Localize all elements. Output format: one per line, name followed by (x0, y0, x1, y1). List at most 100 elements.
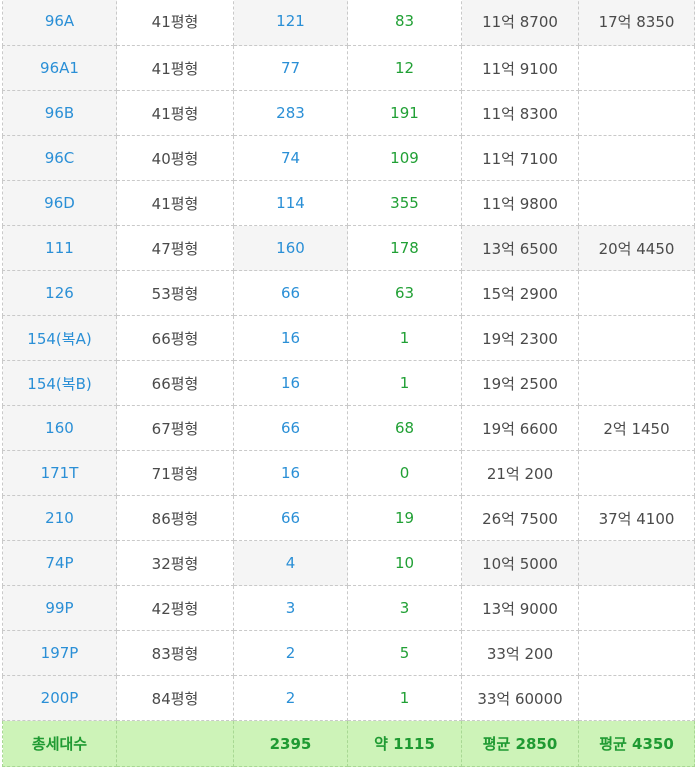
max-price-cell (578, 675, 695, 721)
pyeong-cell: 42평형 (116, 585, 234, 631)
households-cell: 16 (233, 450, 348, 496)
transactions-cell: 68 (347, 405, 462, 451)
unit-type-cell: 96A1 (2, 45, 117, 91)
transactions-cell: 191 (347, 90, 462, 136)
pyeong-cell: 66평형 (116, 360, 234, 406)
unit-type-cell: 154(복A) (2, 315, 117, 361)
max-price-cell (578, 630, 695, 676)
households-cell: 283 (233, 90, 348, 136)
transactions-cell: 63 (347, 270, 462, 316)
unit-type-cell: 171T (2, 450, 117, 496)
price-cell: 11억 8700 (461, 0, 579, 46)
max-price-cell: 20억 4450 (578, 225, 695, 271)
table-row: 171T 71평형 16 0 21억 200 (2, 450, 695, 496)
max-price-cell (578, 135, 695, 181)
total-blank (116, 720, 234, 767)
pyeong-cell: 83평형 (116, 630, 234, 676)
pyeong-cell: 71평형 (116, 450, 234, 496)
transactions-cell: 12 (347, 45, 462, 91)
pyeong-cell: 84평형 (116, 675, 234, 721)
price-cell: 13억 9000 (461, 585, 579, 631)
table-row: 154(복A) 66평형 16 1 19억 2300 (2, 315, 695, 361)
price-cell: 33억 200 (461, 630, 579, 676)
pyeong-cell: 66평형 (116, 315, 234, 361)
transactions-cell: 178 (347, 225, 462, 271)
price-cell: 19억 2300 (461, 315, 579, 361)
unit-type-cell: 111 (2, 225, 117, 271)
transactions-cell: 10 (347, 540, 462, 586)
transactions-cell: 109 (347, 135, 462, 181)
unit-type-cell: 96A (2, 0, 117, 46)
total-avg-max: 평균 4350 (578, 720, 695, 767)
max-price-cell (578, 450, 695, 496)
max-price-cell: 17억 8350 (578, 0, 695, 46)
table-row: 160 67평형 66 68 19억 6600 2억 1450 (2, 405, 695, 451)
transactions-cell: 1 (347, 675, 462, 721)
table-row: 96C 40평형 74 109 11억 7100 (2, 135, 695, 181)
households-cell: 66 (233, 405, 348, 451)
price-cell: 19억 2500 (461, 360, 579, 406)
table-row: 99P 42평형 3 3 13억 9000 (2, 585, 695, 631)
transactions-cell: 3 (347, 585, 462, 631)
unit-type-cell: 126 (2, 270, 117, 316)
price-cell: 11억 9100 (461, 45, 579, 91)
households-cell: 114 (233, 180, 348, 226)
unit-type-cell: 96D (2, 180, 117, 226)
price-cell: 26억 7500 (461, 495, 579, 541)
households-cell: 160 (233, 225, 348, 271)
unit-type-cell: 99P (2, 585, 117, 631)
price-cell: 13억 6500 (461, 225, 579, 271)
price-cell: 21억 200 (461, 450, 579, 496)
households-cell: 3 (233, 585, 348, 631)
price-cell: 10억 5000 (461, 540, 579, 586)
max-price-cell (578, 540, 695, 586)
max-price-cell (578, 315, 695, 361)
pyeong-cell: 41평형 (116, 0, 234, 46)
unit-type-cell: 197P (2, 630, 117, 676)
max-price-cell (578, 585, 695, 631)
price-table-wrapper: 96A 41평형 121 83 11억 8700 17억 8350 96A1 41평형 77 12… (2, 0, 695, 767)
unit-type-cell: 96B (2, 90, 117, 136)
households-cell: 74 (233, 135, 348, 181)
transactions-cell: 355 (347, 180, 462, 226)
max-price-cell (578, 270, 695, 316)
max-price-cell (578, 360, 695, 406)
households-cell: 121 (233, 0, 348, 46)
pyeong-cell: 41평형 (116, 180, 234, 226)
total-units: 2395 (233, 720, 348, 767)
transactions-cell: 5 (347, 630, 462, 676)
transactions-cell: 83 (347, 0, 462, 46)
transactions-cell: 1 (347, 315, 462, 361)
apartment-price-table: 96A 41평형 121 83 11억 8700 17억 8350 96A1 41평형 77 12… (2, 0, 695, 767)
table-row: 96A 41평형 121 83 11억 8700 17억 8350 (2, 0, 695, 46)
households-cell: 66 (233, 495, 348, 541)
table-row: 200P 84평형 2 1 33억 60000 (2, 675, 695, 721)
pyeong-cell: 41평형 (116, 45, 234, 91)
households-cell: 2 (233, 675, 348, 721)
transactions-cell: 0 (347, 450, 462, 496)
table-body: 96A 41평형 121 83 11억 8700 17억 8350 96A1 41평형 77 12… (2, 0, 695, 767)
table-row: 96A1 41평형 77 12 11억 9100 (2, 45, 695, 91)
table-row: 210 86평형 66 19 26억 7500 37억 4100 (2, 495, 695, 541)
pyeong-cell: 40평형 (116, 135, 234, 181)
pyeong-cell: 86평형 (116, 495, 234, 541)
table-row: 96B 41평형 283 191 11억 8300 (2, 90, 695, 136)
price-cell: 15억 2900 (461, 270, 579, 316)
pyeong-cell: 67평형 (116, 405, 234, 451)
total-avg-price: 평균 2850 (461, 720, 579, 767)
households-cell: 16 (233, 315, 348, 361)
pyeong-cell: 47평형 (116, 225, 234, 271)
households-cell: 77 (233, 45, 348, 91)
table-row: 111 47평형 160 178 13억 6500 20억 4450 (2, 225, 695, 271)
table-row: 126 53평형 66 63 15억 2900 (2, 270, 695, 316)
households-cell: 16 (233, 360, 348, 406)
unit-type-cell: 200P (2, 675, 117, 721)
pyeong-cell: 32평형 (116, 540, 234, 586)
total-row: 총세대수 2395 약 1115 평균 2850 평균 4350 (2, 720, 695, 767)
price-cell: 19억 6600 (461, 405, 579, 451)
unit-type-cell: 160 (2, 405, 117, 451)
households-cell: 2 (233, 630, 348, 676)
max-price-cell (578, 180, 695, 226)
pyeong-cell: 53평형 (116, 270, 234, 316)
households-cell: 4 (233, 540, 348, 586)
